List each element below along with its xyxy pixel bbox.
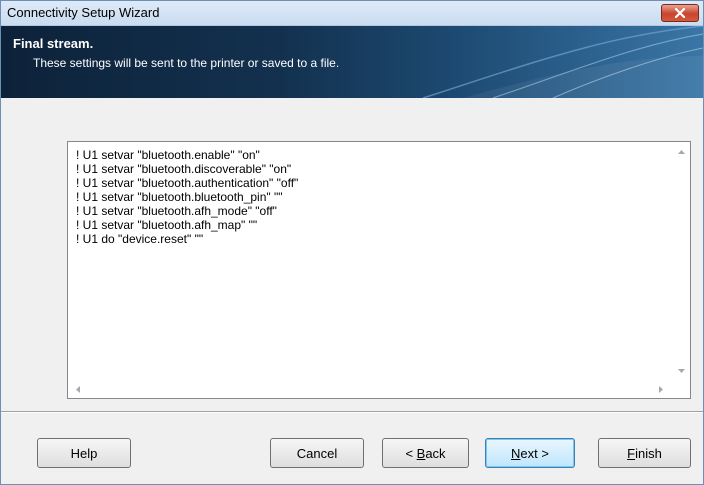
stream-content: ! U1 setvar "bluetooth.enable" "on" ! U1… — [76, 148, 298, 246]
stream-line: ! U1 setvar "bluetooth.enable" "on" — [76, 148, 260, 162]
scroll-down-arrow-icon[interactable] — [678, 369, 685, 373]
cancel-button[interactable]: Cancel — [270, 438, 364, 468]
stream-line: ! U1 setvar "bluetooth.afh_map" "" — [76, 218, 258, 232]
scrollbar-corner — [673, 381, 690, 398]
stream-line: ! U1 setvar "bluetooth.bluetooth_pin" "" — [76, 190, 283, 204]
step-description: These settings will be sent to the print… — [33, 56, 340, 70]
footer-separator — [1, 411, 703, 413]
stream-line: ! U1 setvar "bluetooth.authentication" "… — [76, 176, 299, 190]
title-bar[interactable]: Connectivity Setup Wizard — [1, 1, 703, 26]
next-button[interactable]: Next > — [485, 438, 575, 468]
back-button-label: < Back — [405, 445, 446, 461]
finish-button[interactable]: Finish — [598, 438, 691, 468]
cancel-button-label: Cancel — [296, 445, 338, 461]
back-button[interactable]: < Back — [382, 438, 469, 468]
vertical-scrollbar[interactable] — [673, 142, 690, 381]
stream-line: ! U1 setvar "bluetooth.afh_mode" "off" — [76, 204, 277, 218]
help-button-label: Help — [70, 445, 98, 461]
horizontal-scrollbar[interactable] — [68, 381, 673, 398]
scroll-left-arrow-icon[interactable] — [76, 386, 80, 393]
scroll-right-arrow-icon[interactable] — [659, 386, 663, 393]
next-button-label: Next > — [511, 445, 549, 461]
finish-button-label: Finish — [627, 445, 662, 461]
wizard-banner: Final stream. These settings will be sen… — [1, 26, 703, 98]
help-button[interactable]: Help — [37, 438, 131, 468]
window-title: Connectivity Setup Wizard — [7, 5, 160, 20]
stream-line: ! U1 setvar "bluetooth.discoverable" "on… — [76, 162, 292, 176]
step-title: Final stream. — [13, 36, 94, 51]
close-button[interactable] — [661, 4, 699, 22]
stream-line: ! U1 do "device.reset" "" — [76, 232, 204, 246]
stream-text-area[interactable]: ! U1 setvar "bluetooth.enable" "on" ! U1… — [67, 141, 691, 399]
banner-swoosh-graphic — [422, 26, 703, 98]
scroll-up-arrow-icon[interactable] — [678, 150, 685, 154]
wizard-window: Connectivity Setup Wizard Final stream. … — [0, 0, 704, 485]
close-icon — [674, 8, 686, 18]
